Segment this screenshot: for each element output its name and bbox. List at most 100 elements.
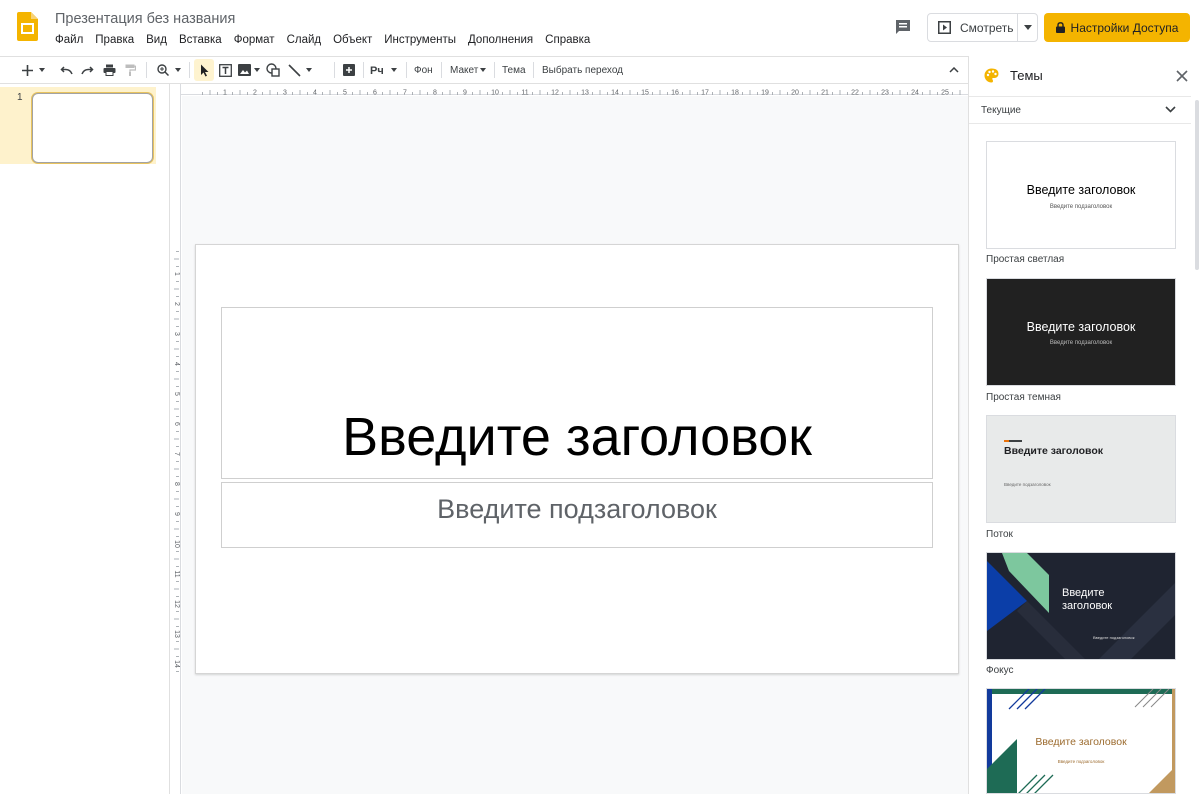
ruler-label: 14 <box>173 660 180 668</box>
toolbar-divider <box>363 62 364 78</box>
image-dropdown[interactable] <box>252 59 262 81</box>
transition-label: Выбрать переход <box>542 64 624 76</box>
comments-button[interactable] <box>893 17 913 37</box>
title-text: Введите заголовок <box>342 407 812 467</box>
transition-button[interactable]: Выбрать переход <box>538 59 627 81</box>
new-slide-button[interactable] <box>18 59 36 81</box>
toolbar-divider <box>146 62 147 78</box>
slide-editor[interactable]: Введите заголовок Введите подзаголовок <box>195 244 959 674</box>
collapse-toolbar-button[interactable] <box>945 59 963 81</box>
document-title[interactable]: Презентация без названия <box>55 11 235 27</box>
theme-card-streamline[interactable]: Введите заголовок Введите подзаголовок <box>986 415 1176 523</box>
theme-card-title: Введите заголовок <box>1004 445 1103 457</box>
theme-button[interactable]: Тема <box>498 59 530 81</box>
line-tool-button[interactable] <box>284 59 304 81</box>
line-icon <box>287 63 301 77</box>
title-placeholder[interactable]: Введите заголовок <box>221 307 933 479</box>
ruler-label: 13 <box>173 630 180 638</box>
close-icon[interactable] <box>1174 68 1190 84</box>
select-tool-button[interactable] <box>194 59 214 81</box>
layout-label: Макет <box>450 64 479 76</box>
caret-down-icon <box>254 68 260 72</box>
paint-format-button[interactable] <box>120 59 140 81</box>
themes-scrollbar[interactable] <box>1195 100 1199 270</box>
svg-text:Рч: Рч <box>370 65 384 76</box>
menu-view[interactable]: Вид <box>140 33 173 51</box>
caret-down-icon <box>306 68 312 72</box>
spellcheck-dropdown[interactable] <box>388 59 400 81</box>
slide-options-group: Фон <box>410 57 437 83</box>
toolbar-divider <box>533 62 534 78</box>
present-icon <box>938 21 951 34</box>
menu-slide[interactable]: Слайд <box>281 33 328 51</box>
theme-card-subtitle: Введите подзаголовок <box>1057 759 1105 764</box>
ruler-label: 6 <box>173 422 180 426</box>
add-comment-button[interactable] <box>339 59 359 81</box>
slide-thumbnail-row[interactable]: 1 <box>0 87 156 164</box>
transition-group: Выбрать переход <box>538 57 627 83</box>
layout-group: Макет <box>446 57 487 83</box>
new-slide-group <box>18 57 48 83</box>
menu-file[interactable]: Файл <box>49 33 89 51</box>
toolbar-divider <box>189 62 190 78</box>
new-slide-dropdown[interactable] <box>36 59 48 81</box>
horizontal-ruler[interactable]: 1 2 3 4 5 6 7 8 9 10 11 12 13 14 15 16 17 18 19 20 21 22 23 24 2… <box>181 84 968 97</box>
present-button-group: Смотреть <box>927 13 1038 42</box>
theme-card-simple-dark[interactable]: Введите заголовок Введите подзаголовок <box>986 278 1176 386</box>
zoom-button[interactable] <box>154 59 172 81</box>
menu-edit[interactable]: Правка <box>89 33 140 51</box>
undo-button[interactable] <box>56 59 76 81</box>
lock-icon <box>1055 22 1065 33</box>
background-label: Фон <box>414 64 433 76</box>
ruler-label: 7 <box>173 452 180 456</box>
redo-icon <box>80 65 94 74</box>
ruler-label: 1 <box>173 272 180 276</box>
theme-card-geometric[interactable]: Введите заголовок Введите подзаголовок <box>986 688 1176 794</box>
theme-group: Тема <box>498 57 530 83</box>
line-dropdown[interactable] <box>304 59 314 81</box>
menu-format[interactable]: Формат <box>228 33 281 51</box>
menu-addons[interactable]: Дополнения <box>462 33 539 51</box>
slides-logo-icon[interactable] <box>17 12 38 41</box>
shape-icon <box>266 63 280 77</box>
theme-card-subtitle: Введите подзаголовок <box>1093 635 1135 640</box>
print-button[interactable] <box>98 59 120 81</box>
background-button[interactable]: Фон <box>410 59 437 81</box>
menu-insert[interactable]: Вставка <box>173 33 228 51</box>
textbox-tool-button[interactable] <box>214 59 236 81</box>
toolbar: Рч Фон Макет Тема Выбрать переход <box>0 56 968 84</box>
ruler-label: 12 <box>173 600 180 608</box>
redo-button[interactable] <box>76 59 98 81</box>
ruler-label: 8 <box>173 482 180 486</box>
theme-card-focus[interactable]: Введите заголовок Введите подзаголовок <box>986 552 1176 660</box>
slide-thumbnail[interactable] <box>32 93 153 163</box>
theme-card-simple-light[interactable]: Введите заголовок Введите подзаголовок <box>986 141 1176 249</box>
undo-icon <box>59 65 73 74</box>
spellcheck-button[interactable]: Рч <box>368 59 388 81</box>
present-dropdown[interactable] <box>1018 14 1037 41</box>
slide-filmstrip: 1 <box>0 84 170 794</box>
ruler-label: 3 <box>173 332 180 336</box>
theme-card-title: Введите заголовок <box>1026 183 1136 197</box>
theme-card-title: Введите заголовок <box>1035 736 1127 748</box>
theme-card-title: Введите заголовок <box>1062 587 1113 612</box>
ruler-label: 5 <box>173 392 180 396</box>
menu-arrange[interactable]: Объект <box>327 33 378 51</box>
zoom-group <box>154 57 184 83</box>
share-button[interactable]: Настройки Доступа <box>1044 13 1190 42</box>
collapse-group <box>945 57 963 83</box>
image-tool-button[interactable] <box>236 59 252 81</box>
vertical-ruler[interactable]: 1 2 3 4 5 6 7 8 9 10 11 12 13 14 <box>170 84 181 794</box>
themes-filter-dropdown[interactable]: Текущие <box>969 96 1191 124</box>
print-icon <box>103 64 115 76</box>
layout-button[interactable]: Макет <box>446 59 487 81</box>
zoom-dropdown[interactable] <box>172 59 184 81</box>
shape-tool-button[interactable] <box>262 59 284 81</box>
subtitle-placeholder[interactable]: Введите подзаголовок <box>221 482 933 548</box>
image-icon <box>237 64 251 76</box>
toolbar-divider <box>406 62 407 78</box>
present-button[interactable]: Смотреть <box>928 14 1019 41</box>
menu-tools[interactable]: Инструменты <box>378 33 462 51</box>
menu-help[interactable]: Справка <box>539 33 596 51</box>
ruler-label: 9 <box>173 512 180 516</box>
